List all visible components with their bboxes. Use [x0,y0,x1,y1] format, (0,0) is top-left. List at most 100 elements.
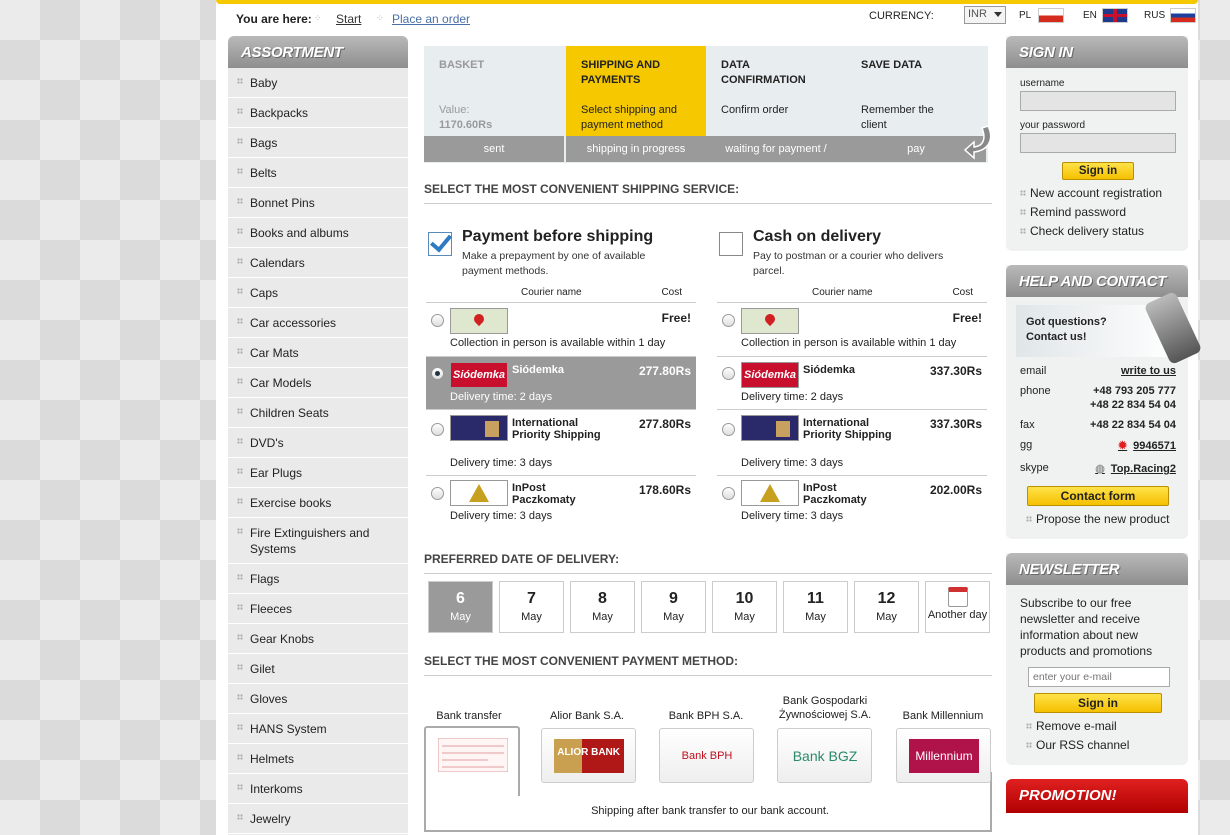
shipping-option[interactable]: Free! Collection in person is available … [717,302,987,356]
step-shipping[interactable]: SHIPPING AND PAYMENTS Select shipping an… [566,46,706,136]
assortment-item[interactable]: Car accessories [228,308,408,338]
assortment-item-label: Gear Knobs [250,632,315,646]
assortment-item[interactable]: Gear Knobs [228,624,408,654]
date-option[interactable]: 10 May [712,581,777,633]
radio-button[interactable] [431,314,444,327]
back-arrow-icon[interactable] [964,124,996,160]
shipping-option[interactable]: InPost Paczkomaty 202.00Rs Delivery time… [717,475,987,527]
assortment-item[interactable]: Car Models [228,368,408,398]
assortment-item-label: Car Mats [250,346,299,360]
flag-ru-icon[interactable] [1170,8,1196,23]
assortment-item[interactable]: Books and albums [228,218,408,248]
option-cost: 337.30Rs [929,417,982,431]
payment-option-bgz[interactable]: Bank BGZ [777,728,872,783]
currency-select[interactable]: INR [964,6,1006,24]
top-bar: You are here: ⁘ Start ⁘ Place an order C… [236,6,1196,30]
assortment-item[interactable]: Gilet [228,654,408,684]
assortment-item[interactable]: Baby [228,68,408,98]
contact-form-button[interactable]: Contact form [1027,486,1169,506]
delivery-status-link[interactable]: Check delivery status [1020,222,1176,241]
priority-post-logo [741,415,799,441]
assortment-item[interactable]: Jewelry [228,804,408,834]
assortment-item[interactable]: Ear Plugs [228,458,408,488]
remind-password-link[interactable]: Remind password [1020,203,1176,222]
propose-product-link[interactable]: Propose the new product [1026,510,1176,529]
bullet-icon [237,528,243,534]
shipping-option[interactable]: International Priority Shipping 277.80Rs… [426,409,696,475]
assortment-item-label: Interkoms [250,782,303,796]
date-option[interactable]: 12 May [854,581,919,633]
shipping-option[interactable]: Free! Collection in person is available … [426,302,696,356]
radio-button[interactable] [431,423,444,436]
step-data-confirmation[interactable]: DATA CONFIRMATION Confirm order [706,46,846,136]
radio-button[interactable] [722,487,735,500]
payment-option-millennium[interactable]: Millennium [896,728,991,783]
lang-ru-label[interactable]: RUS [1144,10,1165,21]
shipping-option-selected[interactable]: Siódemka Siódemka 277.80Rs Delivery time… [426,356,696,409]
assortment-item[interactable]: Interkoms [228,774,408,804]
cod-checkbox[interactable] [719,232,743,256]
signin-button[interactable]: Sign in [1062,162,1134,180]
lang-en-label[interactable]: EN [1083,10,1097,21]
assortment-item[interactable]: Flags [228,564,408,594]
skype-link[interactable]: ◍ Top.Racing2 [1095,462,1176,475]
shipping-option[interactable]: InPost Paczkomaty 178.60Rs Delivery time… [426,475,696,527]
radio-button[interactable] [431,367,444,380]
username-label: username [1020,78,1065,89]
date-option[interactable]: 11 May [783,581,848,633]
radio-button[interactable] [722,367,735,380]
radio-button[interactable] [722,314,735,327]
payment-option-alior[interactable]: ALIOR BANK [541,728,636,783]
assortment-item[interactable]: Exercise books [228,488,408,518]
step-basket[interactable]: BASKET Value: 1170.60Rs [424,46,564,136]
assortment-item[interactable]: DVD's [228,428,408,458]
newsletter-signin-button[interactable]: Sign in [1034,693,1162,713]
assortment-item[interactable]: HANS System [228,714,408,744]
radio-button[interactable] [431,487,444,500]
assortment-item[interactable]: Bags [228,128,408,158]
password-input[interactable] [1020,133,1176,153]
rss-link[interactable]: Our RSS channel [1026,736,1176,755]
bullet-icon [237,78,243,84]
username-input[interactable] [1020,91,1176,111]
date-option[interactable]: 8 May [570,581,635,633]
assortment-item[interactable]: Fleeces [228,594,408,624]
date-option[interactable]: 7 May [499,581,564,633]
flag-en-icon[interactable] [1102,8,1128,23]
assortment-item[interactable]: Gloves [228,684,408,714]
radio-button[interactable] [722,423,735,436]
assortment-item[interactable]: Car Mats [228,338,408,368]
newsletter-box: NEWSLETTER Subscribe to our free newslet… [1006,553,1188,765]
assortment-item[interactable]: Calendars [228,248,408,278]
register-link[interactable]: New account registration [1020,184,1176,203]
assortment-item[interactable]: Fire Extinguishers and Systems [228,518,408,564]
bgz-bank-logo: Bank BGZ [792,748,858,764]
flag-pl-icon[interactable] [1038,8,1064,23]
payment-label: Bank Gospodarki Żywnościowej S.A. [778,695,872,721]
assortment-item[interactable]: Backpacks [228,98,408,128]
date-option[interactable]: 9 May [641,581,706,633]
payment-option-bph[interactable]: Bank BPH [659,728,754,783]
shipping-option[interactable]: International Priority Shipping 337.30Rs… [717,409,987,475]
step-save-data[interactable]: SAVE DATA Remember the client [846,46,986,136]
breadcrumb-start-link[interactable]: Start [336,12,361,26]
newsletter-email-input[interactable] [1028,667,1170,687]
assortment-item[interactable]: Bonnet Pins [228,188,408,218]
prepay-checkbox[interactable] [428,232,452,256]
remove-email-link[interactable]: Remove e-mail [1026,717,1176,736]
assortment-item[interactable]: Helmets [228,744,408,774]
assortment-item[interactable]: Belts [228,158,408,188]
date-option-selected[interactable]: 6 May [428,581,493,633]
phone-2: +48 22 834 54 04 [1090,399,1176,411]
shipping-option[interactable]: Siódemka Siódemka 337.30Rs Delivery time… [717,356,987,409]
newsletter-text: Subscribe to our free newsletter and rec… [1020,596,1153,658]
assortment-item-label: Calendars [250,256,305,270]
email-link[interactable]: write to us [1121,365,1176,377]
breadcrumb-current-link[interactable]: Place an order [392,12,470,26]
lang-pl-label[interactable]: PL [1019,10,1031,21]
another-day-option[interactable]: Another day [925,581,990,633]
payment-option-bank-transfer-selected[interactable] [424,726,520,796]
assortment-item[interactable]: Children Seats [228,398,408,428]
assortment-item[interactable]: Caps [228,278,408,308]
gg-link[interactable]: ✹ 9946571 [1118,439,1176,452]
